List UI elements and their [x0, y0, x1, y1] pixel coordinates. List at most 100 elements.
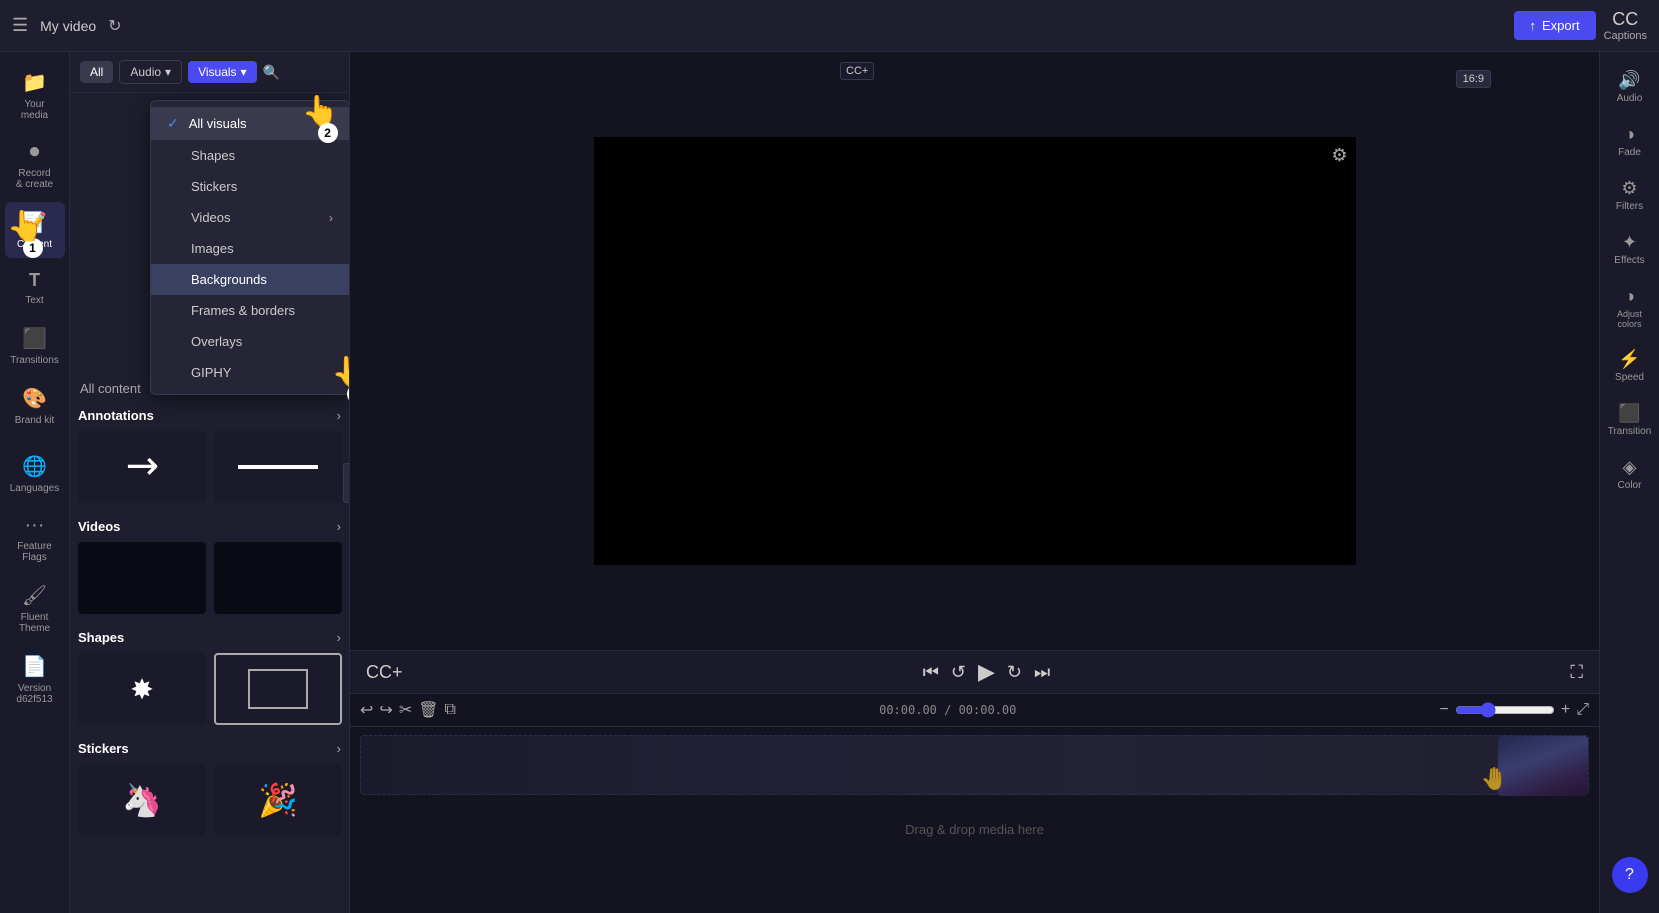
video-controls: CC+ ⏮ ↺ ▶ ↻ ⏭ ⛶ [350, 650, 1599, 693]
right-item-speed[interactable]: ⚡ Speed [1603, 341, 1657, 391]
video-settings-button[interactable]: ⚙ [1331, 145, 1347, 166]
track-thumbnail [1498, 736, 1588, 796]
right-item-adjust-colors[interactable]: ◑ Adjust colors [1603, 278, 1657, 337]
shapes-arrow-icon[interactable]: › [337, 630, 341, 645]
export-label: Export [1542, 18, 1580, 33]
videos-header: Videos › [78, 519, 341, 534]
dropdown-shapes[interactable]: Shapes [151, 140, 349, 171]
right-item-effects[interactable]: ✦ Effects [1603, 224, 1657, 274]
dropdown-stickers[interactable]: Stickers [151, 171, 349, 202]
right-sidebar: 🔊 Audio ◑ Fade ⚙ Filters ✦ Effects ◑ Adj… [1599, 52, 1659, 913]
sidebar-item-record[interactable]: ⏺ Record& create 👆 1 [5, 133, 65, 198]
right-item-filters[interactable]: ⚙ Filters [1603, 170, 1657, 220]
aspect-ratio-button[interactable]: 16:9 [1456, 70, 1491, 88]
shape-thumb-1[interactable]: ✸ [78, 653, 206, 725]
expand-timeline-button[interactable]: ⤢ [1576, 701, 1589, 719]
zoom-out-button[interactable]: − [1440, 701, 1449, 719]
sidebar-item-version[interactable]: 📄 Version d62f513 [5, 646, 65, 713]
video-title: My video [40, 18, 96, 34]
right-item-fade[interactable]: ◑ Fade [1603, 116, 1657, 166]
videos-section-arrow-icon[interactable]: › [337, 519, 341, 534]
main-layout: 📁 Your media ⏺ Record& create 👆 1 📝 Cont… [0, 52, 1659, 913]
stickers-arrow-icon[interactable]: › [337, 741, 341, 756]
zoom-in-button[interactable]: + [1561, 701, 1570, 719]
sidebar-item-feature-flags[interactable]: ··· Feature Flags [5, 506, 65, 571]
captions-button[interactable]: CC Captions [1604, 9, 1647, 42]
shapes-header: Shapes › [78, 630, 341, 645]
filters-icon: ⚙ [1621, 178, 1637, 199]
videos-arrow-icon: › [329, 211, 333, 225]
right-item-audio[interactable]: 🔊 Audio [1603, 62, 1657, 112]
record-icon: ⏺ [30, 141, 40, 164]
sidebar-item-languages[interactable]: 🌐 Languages [5, 446, 65, 502]
color-label: Color [1618, 480, 1642, 491]
tab-all[interactable]: All [80, 61, 113, 83]
drag-drop-area[interactable]: Drag & drop media here [360, 799, 1589, 859]
version-icon: 📄 [22, 654, 47, 679]
stickers-header: Stickers › [78, 741, 341, 756]
skip-start-button[interactable]: ⏮ [923, 662, 939, 683]
skip-end-button[interactable]: ⏭ [1034, 662, 1050, 683]
dropdown-frames-borders[interactable]: Frames & borders [151, 295, 349, 326]
zoom-slider[interactable] [1455, 702, 1555, 718]
feature-flags-icon: ··· [25, 514, 45, 537]
forward-button[interactable]: ↻ [1007, 662, 1022, 683]
topbar-right: ↑ Export CC Captions [1514, 9, 1648, 42]
lock-button[interactable]: ⧉ [445, 701, 456, 719]
play-button[interactable]: ▶ [978, 659, 995, 685]
cc-overlay-button[interactable]: CC+ [840, 62, 874, 80]
video-preview: ⚙ 16:9 CC+ [350, 52, 1599, 650]
undo-button[interactable]: ↩ [360, 700, 373, 720]
redo-button[interactable]: ↪ [379, 700, 392, 720]
panel-collapse-handle[interactable]: ‹ [343, 463, 350, 503]
sidebar-item-content[interactable]: 📝 Content [5, 202, 65, 258]
sidebar-item-fluent-theme[interactable]: 🖌 Fluent Theme [5, 575, 65, 642]
sticker-thumb-1[interactable]: 🦄 [78, 764, 206, 836]
dropdown-shapes-label: Shapes [191, 148, 235, 163]
shapes-title: Shapes [78, 630, 124, 645]
check-icon: ✓ [167, 115, 179, 132]
sidebar-item-your-media[interactable]: 📁 Your media [5, 62, 65, 129]
video-thumb-2[interactable] [214, 542, 342, 614]
fade-icon: ◑ [1624, 124, 1635, 145]
fullscreen-button[interactable]: ⛶ [1570, 662, 1583, 683]
dropdown-all-visuals[interactable]: ✓ All visuals [151, 107, 349, 140]
dropdown-images-label: Images [191, 241, 234, 256]
shape-thumb-2[interactable] [214, 653, 342, 725]
tab-audio[interactable]: Audio ▾ [119, 60, 182, 84]
sidebar-item-brand-kit[interactable]: 🎨 Brand kit [5, 378, 65, 434]
export-button[interactable]: ↑ Export [1514, 11, 1596, 40]
videos-thumbs [78, 542, 341, 614]
help-icon: ? [1625, 866, 1634, 884]
dropdown-overlays[interactable]: Overlays [151, 326, 349, 357]
dropdown-videos[interactable]: Videos › [151, 202, 349, 233]
cut-button[interactable]: ✂ [399, 700, 412, 720]
right-item-transition[interactable]: ⬛ Transition [1603, 395, 1657, 445]
sidebar-item-text[interactable]: T Text [5, 262, 65, 314]
refresh-button[interactable]: ↻ [108, 16, 121, 36]
captions-label: Captions [1604, 30, 1647, 42]
dropdown-giphy[interactable]: GIPHY [151, 357, 349, 388]
right-item-color[interactable]: ◈ Color [1603, 449, 1657, 499]
dropdown-backgrounds[interactable]: Backgrounds 👆 3 [151, 264, 349, 295]
annotation-thumb-1[interactable]: ↙ [78, 431, 206, 503]
annotation-thumb-2[interactable] [214, 431, 342, 503]
annotations-arrow-icon[interactable]: › [337, 408, 341, 423]
cc-button[interactable]: CC+ [366, 662, 403, 683]
video-thumb-1[interactable] [78, 542, 206, 614]
sticker-thumb-2[interactable]: 🎉 [214, 764, 342, 836]
rectangle-shape-icon [248, 669, 308, 709]
audio-right-label: Audio [1617, 93, 1643, 104]
timeline-tracks: 🤚 Drag & drop media here [350, 727, 1599, 913]
sidebar-label-languages: Languages [10, 483, 60, 494]
dropdown-images[interactable]: Images [151, 233, 349, 264]
sidebar-item-transitions[interactable]: ⬛ Transitions [5, 318, 65, 374]
main-track[interactable]: 🤚 [360, 735, 1589, 795]
menu-icon[interactable]: ☰ [12, 15, 28, 36]
panel-search-icon[interactable]: 🔍 [263, 64, 280, 81]
delete-button[interactable]: 🗑 [418, 700, 438, 720]
tab-visuals[interactable]: Visuals ▾ [188, 61, 257, 83]
rewind-button[interactable]: ↺ [951, 662, 966, 683]
help-button[interactable]: ? [1612, 857, 1648, 893]
timeline: ↩ ↪ ✂ 🗑 ⧉ 00:00.00 / 00:00.00 − + ⤢ [350, 693, 1599, 913]
